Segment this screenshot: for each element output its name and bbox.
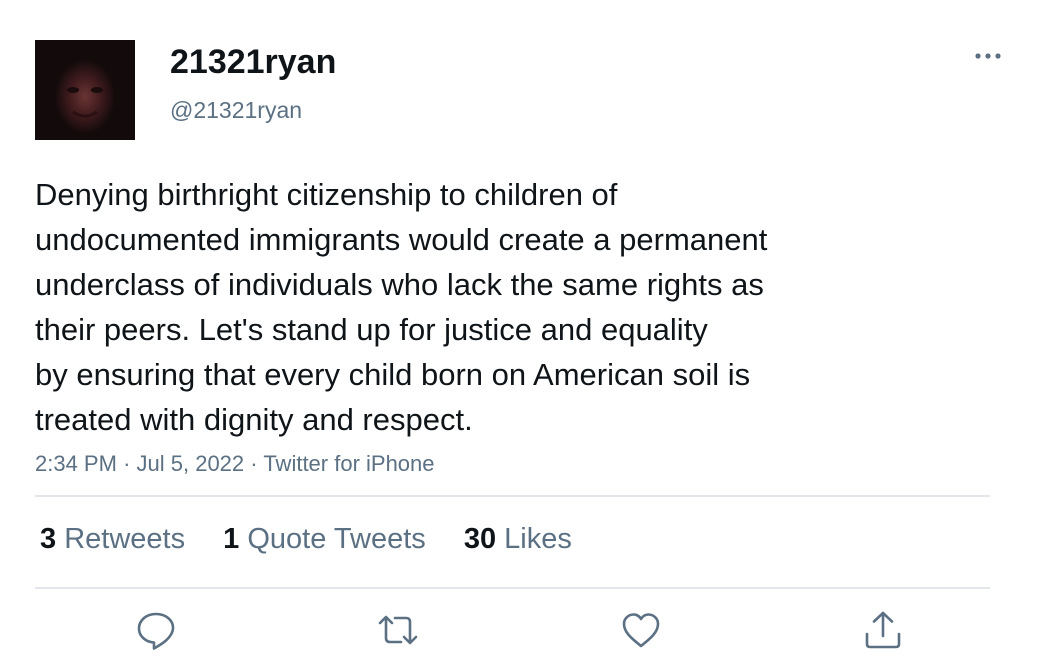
more-icon xyxy=(975,53,1001,59)
share-button[interactable] xyxy=(861,608,905,652)
retweet-button[interactable] xyxy=(376,608,420,652)
tweet-date[interactable]: Jul 5, 2022 xyxy=(137,451,245,476)
user-handle[interactable]: @21321ryan xyxy=(170,96,302,124)
retweets-count: 3 xyxy=(40,523,57,555)
share-icon xyxy=(865,611,901,649)
retweet-icon xyxy=(378,615,418,645)
likes-count: 30 xyxy=(463,523,497,555)
tweet-text: Denying birthright citizenship to childr… xyxy=(35,177,768,437)
meta-separator: · xyxy=(123,451,131,476)
reply-button[interactable] xyxy=(134,608,178,652)
likes-stat[interactable]: 30 Likes xyxy=(464,520,572,558)
meta-separator: · xyxy=(250,451,258,476)
avatar[interactable] xyxy=(35,40,135,140)
heart-icon xyxy=(622,613,660,648)
tweet-meta: 2:34 PM · Jul 5, 2022 · Twitter for iPho… xyxy=(35,450,435,478)
more-options-button[interactable] xyxy=(968,42,1008,72)
quote-tweets-label: Quote Tweets xyxy=(247,523,426,555)
retweets-stat[interactable]: 3 Retweets xyxy=(40,520,185,558)
like-button[interactable] xyxy=(619,608,663,652)
divider xyxy=(35,587,990,589)
tweet-stats: 3 Retweets 1 Quote Tweets 30 Likes xyxy=(40,520,602,558)
retweets-label: Retweets xyxy=(64,523,186,555)
divider xyxy=(35,495,990,497)
reply-icon xyxy=(137,612,175,650)
likes-label: Likes xyxy=(504,523,572,555)
tweet-source[interactable]: Twitter for iPhone xyxy=(263,451,434,476)
avatar-image xyxy=(35,40,135,140)
display-name[interactable]: 21321ryan xyxy=(170,42,336,82)
tweet-time[interactable]: 2:34 PM xyxy=(35,451,117,476)
quote-tweets-count: 1 xyxy=(223,523,240,555)
quote-tweets-stat[interactable]: 1 Quote Tweets xyxy=(223,520,426,558)
